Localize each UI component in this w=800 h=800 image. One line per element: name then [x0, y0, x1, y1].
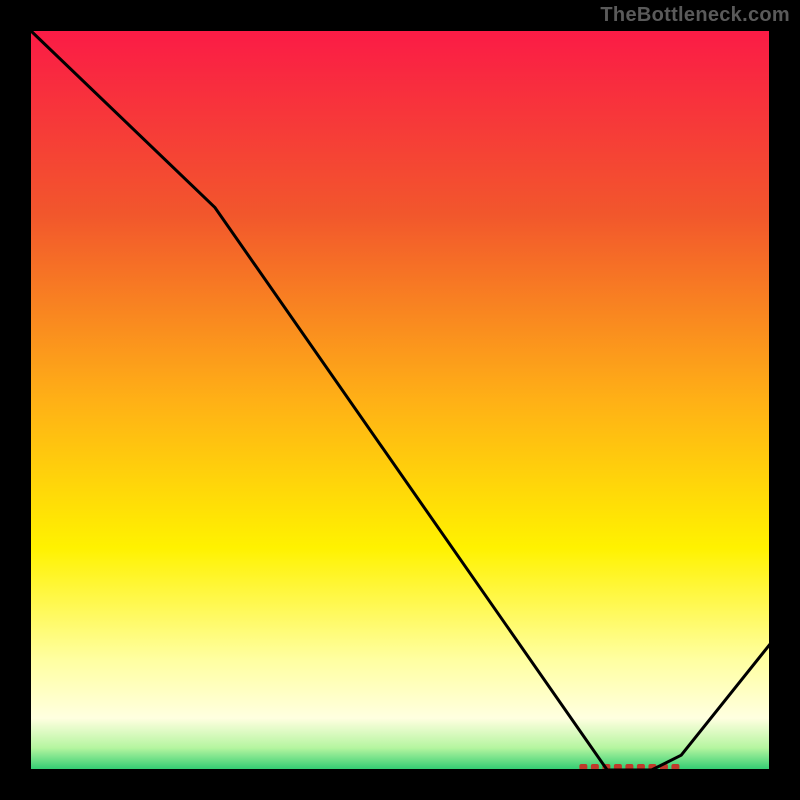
chart-svg — [0, 0, 800, 800]
watermark-text: TheBottleneck.com — [600, 4, 790, 27]
chart-container: TheBottleneck.com — [0, 0, 800, 800]
